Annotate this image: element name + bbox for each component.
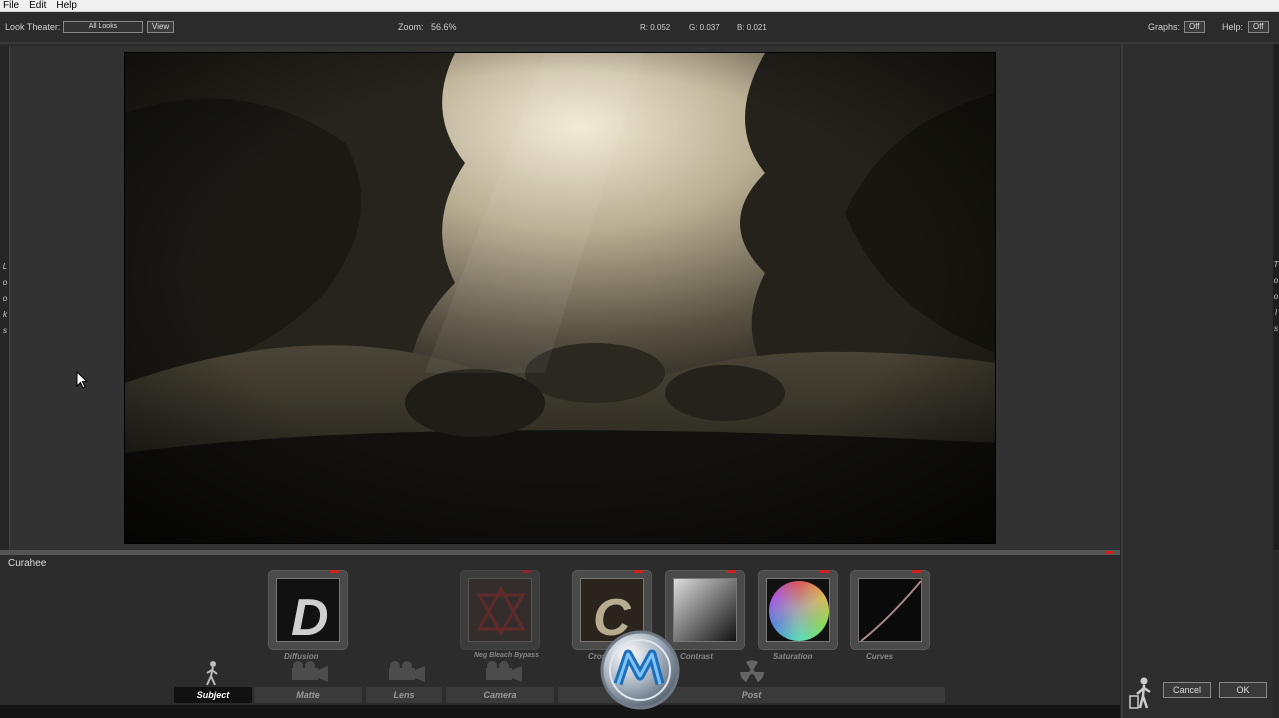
- camera-icon: [486, 661, 522, 682]
- tools-letter: T: [1273, 260, 1279, 269]
- look-name: Curahee: [8, 558, 47, 569]
- looks-letter: L: [2, 262, 8, 271]
- tab-subject[interactable]: Subject: [174, 687, 252, 703]
- tool-diffusion[interactable]: D: [268, 570, 348, 650]
- trash-icon[interactable]: [1128, 676, 1154, 710]
- camera-icon: [292, 661, 328, 682]
- enabled-flag: [820, 570, 829, 573]
- contrast-icon: [673, 578, 737, 642]
- help-toggle[interactable]: Off: [1248, 21, 1269, 33]
- camera-icon: [389, 661, 425, 682]
- tools-letter: s: [1274, 324, 1278, 333]
- looks-drawer-tab[interactable]: L o o k s: [0, 46, 10, 550]
- divider-marker: [1105, 551, 1113, 554]
- forest-scene: [125, 53, 995, 543]
- enabled-flag: [727, 570, 736, 573]
- looks-letter: o: [2, 278, 8, 287]
- looks-letter: o: [2, 294, 8, 303]
- tool-neg-bleach-bypass[interactable]: [460, 570, 540, 650]
- cancel-button[interactable]: Cancel: [1163, 682, 1211, 698]
- looks-letter: k: [3, 310, 7, 319]
- tab-lens[interactable]: Lens: [366, 687, 442, 703]
- blue-readout: B: 0.021: [737, 23, 767, 32]
- tools-letter: o: [1273, 276, 1279, 285]
- tab-matte[interactable]: Matte: [254, 687, 362, 703]
- enabled-flag: [330, 570, 339, 573]
- graphs-toggle[interactable]: Off: [1184, 21, 1205, 33]
- person-icon: [206, 661, 218, 686]
- tools-letter: o: [1273, 292, 1279, 301]
- tool-glyph: D: [291, 589, 329, 642]
- curves-icon: [860, 580, 921, 641]
- diffusion-icon: D: [291, 589, 329, 642]
- zoom-value: 56.6%: [431, 22, 457, 32]
- top-toolbar: Look Theater: All Looks View Zoom: 56.6%…: [0, 12, 1279, 44]
- green-readout: G: 0.037: [689, 23, 720, 32]
- enabled-flag: [634, 570, 643, 573]
- tools-panel: [1121, 44, 1273, 718]
- menu-bar: File Edit Help: [0, 0, 1279, 12]
- looks-letter: s: [3, 326, 7, 335]
- view-button[interactable]: View: [147, 21, 175, 33]
- radiation-icon: [740, 660, 764, 682]
- menu-edit[interactable]: Edit: [24, 0, 51, 11]
- color-wheel-center: [769, 581, 829, 641]
- enabled-flag: [912, 570, 921, 573]
- zoom-label: Zoom:: [398, 22, 424, 32]
- enabled-flag: [522, 570, 531, 573]
- look-theater-label: Look Theater:: [5, 22, 61, 32]
- bottom-strip: [0, 705, 1120, 718]
- look-theater-field[interactable]: All Looks: [63, 21, 143, 33]
- tool-label-saturation: Saturation: [773, 652, 813, 661]
- tool-label-curves: Curves: [866, 652, 894, 661]
- red-readout: R: 0.052: [640, 23, 671, 32]
- tool-label-contrast: Contrast: [680, 652, 713, 661]
- tool-label-neg-bleach-bypass: Neg Bleach Bypass: [474, 652, 539, 659]
- graphs-label: Graphs:: [1148, 22, 1181, 32]
- tool-saturation[interactable]: [758, 570, 838, 650]
- watermark-logo: [600, 630, 680, 710]
- menu-file[interactable]: File: [0, 0, 24, 11]
- tool-curves[interactable]: [850, 570, 930, 650]
- menu-help[interactable]: Help: [51, 0, 82, 11]
- tools-letter: l: [1275, 308, 1277, 317]
- mouse-cursor-icon: [76, 371, 88, 389]
- tools-drawer-tab[interactable]: T o o l s: [1273, 44, 1279, 550]
- tab-camera[interactable]: Camera: [446, 687, 554, 703]
- ok-button[interactable]: OK: [1219, 682, 1267, 698]
- preview-image[interactable]: [124, 52, 996, 544]
- bleach-bypass-icon: [476, 585, 526, 636]
- help-label: Help:: [1222, 22, 1244, 32]
